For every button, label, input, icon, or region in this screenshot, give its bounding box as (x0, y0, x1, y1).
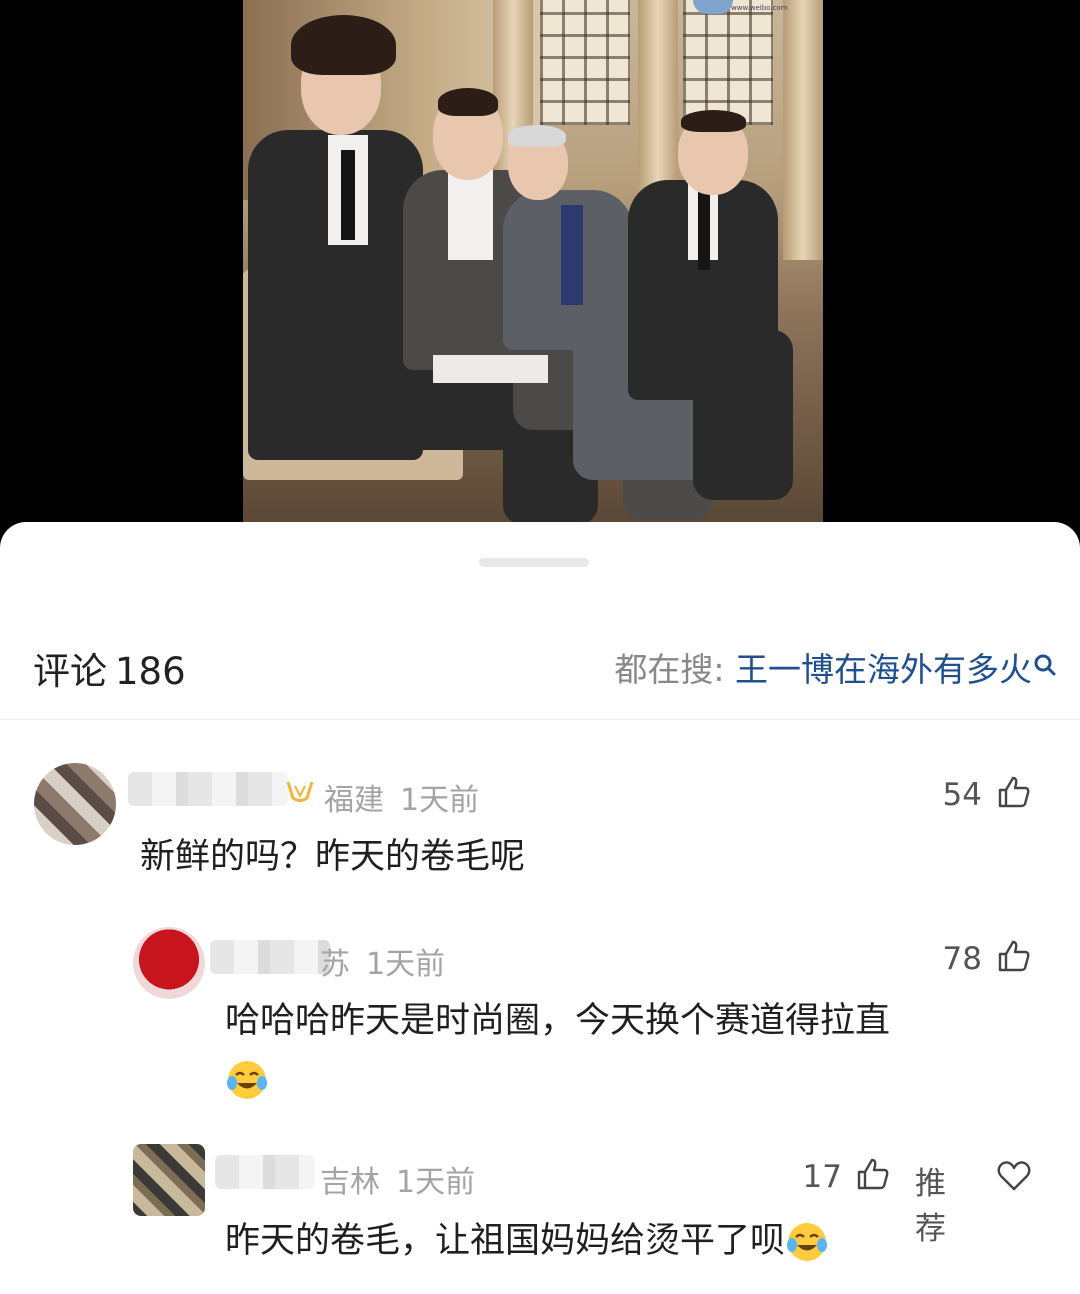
thumbs-up-icon[interactable] (856, 1157, 890, 1191)
comment-meta: 苏 1天前 (320, 939, 445, 983)
hot-search-term[interactable]: 王一博在海外有多火 (735, 650, 1032, 689)
like-count: 54 (942, 777, 982, 813)
thumbs-up-icon[interactable] (997, 939, 1031, 973)
comments-label: 评论 (33, 650, 107, 693)
comment-location: 福建 (324, 783, 384, 818)
username-blurred[interactable] (215, 1155, 315, 1189)
comment-location: 苏 (320, 947, 350, 982)
vip-badge-icon (286, 781, 314, 802)
comment-text: 新鲜的吗？昨天的卷毛呢 (140, 837, 526, 877)
comment-text: 哈哈哈昨天是时尚圈，今天换个赛道得拉直 (225, 992, 1025, 1108)
laughing-crying-emoji (227, 1061, 267, 1099)
avatar[interactable] (133, 1144, 205, 1216)
sheet-drag-handle[interactable] (479, 558, 589, 567)
search-icon[interactable] (1030, 651, 1060, 681)
header-divider (0, 719, 1080, 720)
media-viewer[interactable]: www.weibo.com (0, 0, 1080, 540)
event-photo: www.weibo.com (243, 0, 823, 525)
comment-text-body: 昨天的卷毛，让祖国妈妈给烫平了呗 (225, 1221, 786, 1261)
hot-search-prefix: 都在搜: (614, 650, 725, 689)
comments-title: 评论 186 (33, 641, 186, 695)
thumbs-up-icon[interactable] (997, 775, 1031, 809)
heart-icon[interactable] (997, 1160, 1031, 1192)
laughing-crying-emoji (787, 1223, 828, 1261)
avatar[interactable] (34, 763, 116, 845)
username-blurred[interactable] (210, 940, 330, 974)
hot-search-link[interactable]: 都在搜: 王一博在海外有多火 (614, 643, 1032, 691)
comment-time: 1天前 (366, 947, 446, 982)
username-blurred[interactable] (128, 772, 288, 806)
comment-time: 1天前 (400, 783, 480, 818)
comment-header: 评论 186 都在搜: 王一博在海外有多火 (0, 627, 1080, 697)
like-count: 78 (942, 941, 982, 977)
comment-meta: 吉林 1天前 (320, 1157, 475, 1201)
like-count: 17 (802, 1159, 842, 1195)
comment-sheet: 评论 186 都在搜: 王一博在海外有多火 福建 1天前 54 新鲜的吗？昨天的卷毛… (0, 522, 1080, 1294)
comment-location: 吉林 (320, 1165, 380, 1200)
comment-meta: 福建 1天前 (324, 775, 479, 819)
comments-count: 186 (115, 650, 186, 693)
comment-text: 昨天的卷毛，让祖国妈妈给烫平了呗 (225, 1212, 1025, 1270)
comment-time: 1天前 (396, 1165, 476, 1200)
avatar[interactable] (133, 927, 205, 999)
comment-text-body: 哈哈哈昨天是时尚圈，今天换个赛道得拉直 (225, 1001, 891, 1041)
